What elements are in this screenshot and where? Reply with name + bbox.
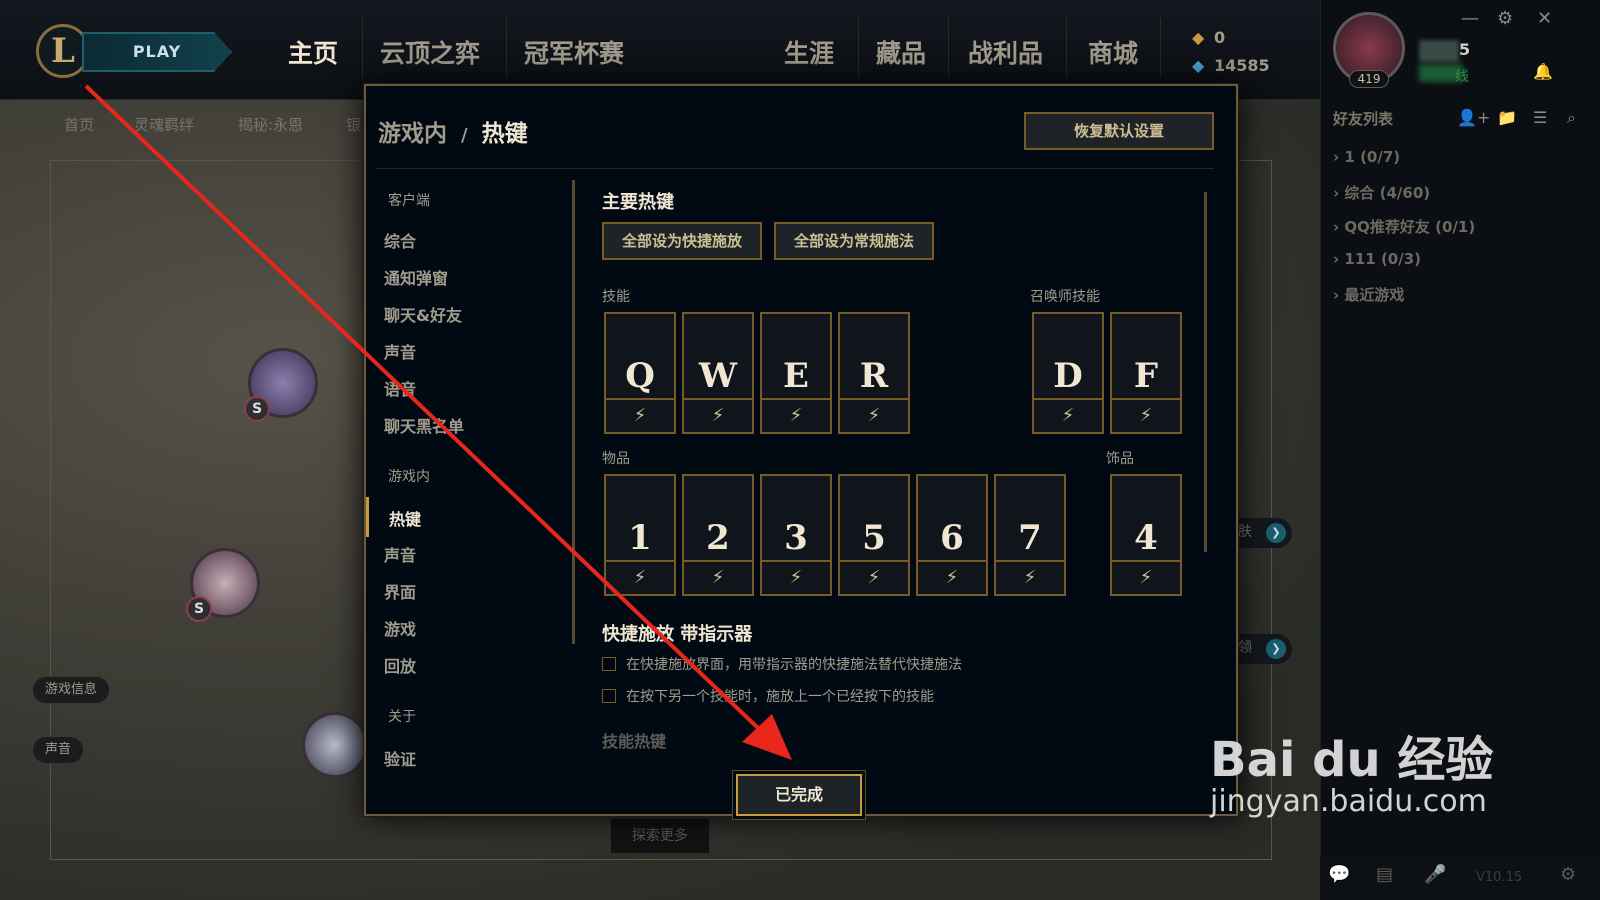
watermark-brand: Bai du 经验 xyxy=(1210,732,1494,788)
baidu-watermark: Bai du 经验 jingyan.baidu.com xyxy=(1210,720,1493,819)
watermark-domain: jingyan.baidu.com xyxy=(1210,784,1487,819)
arrow-shaft xyxy=(84,84,760,730)
